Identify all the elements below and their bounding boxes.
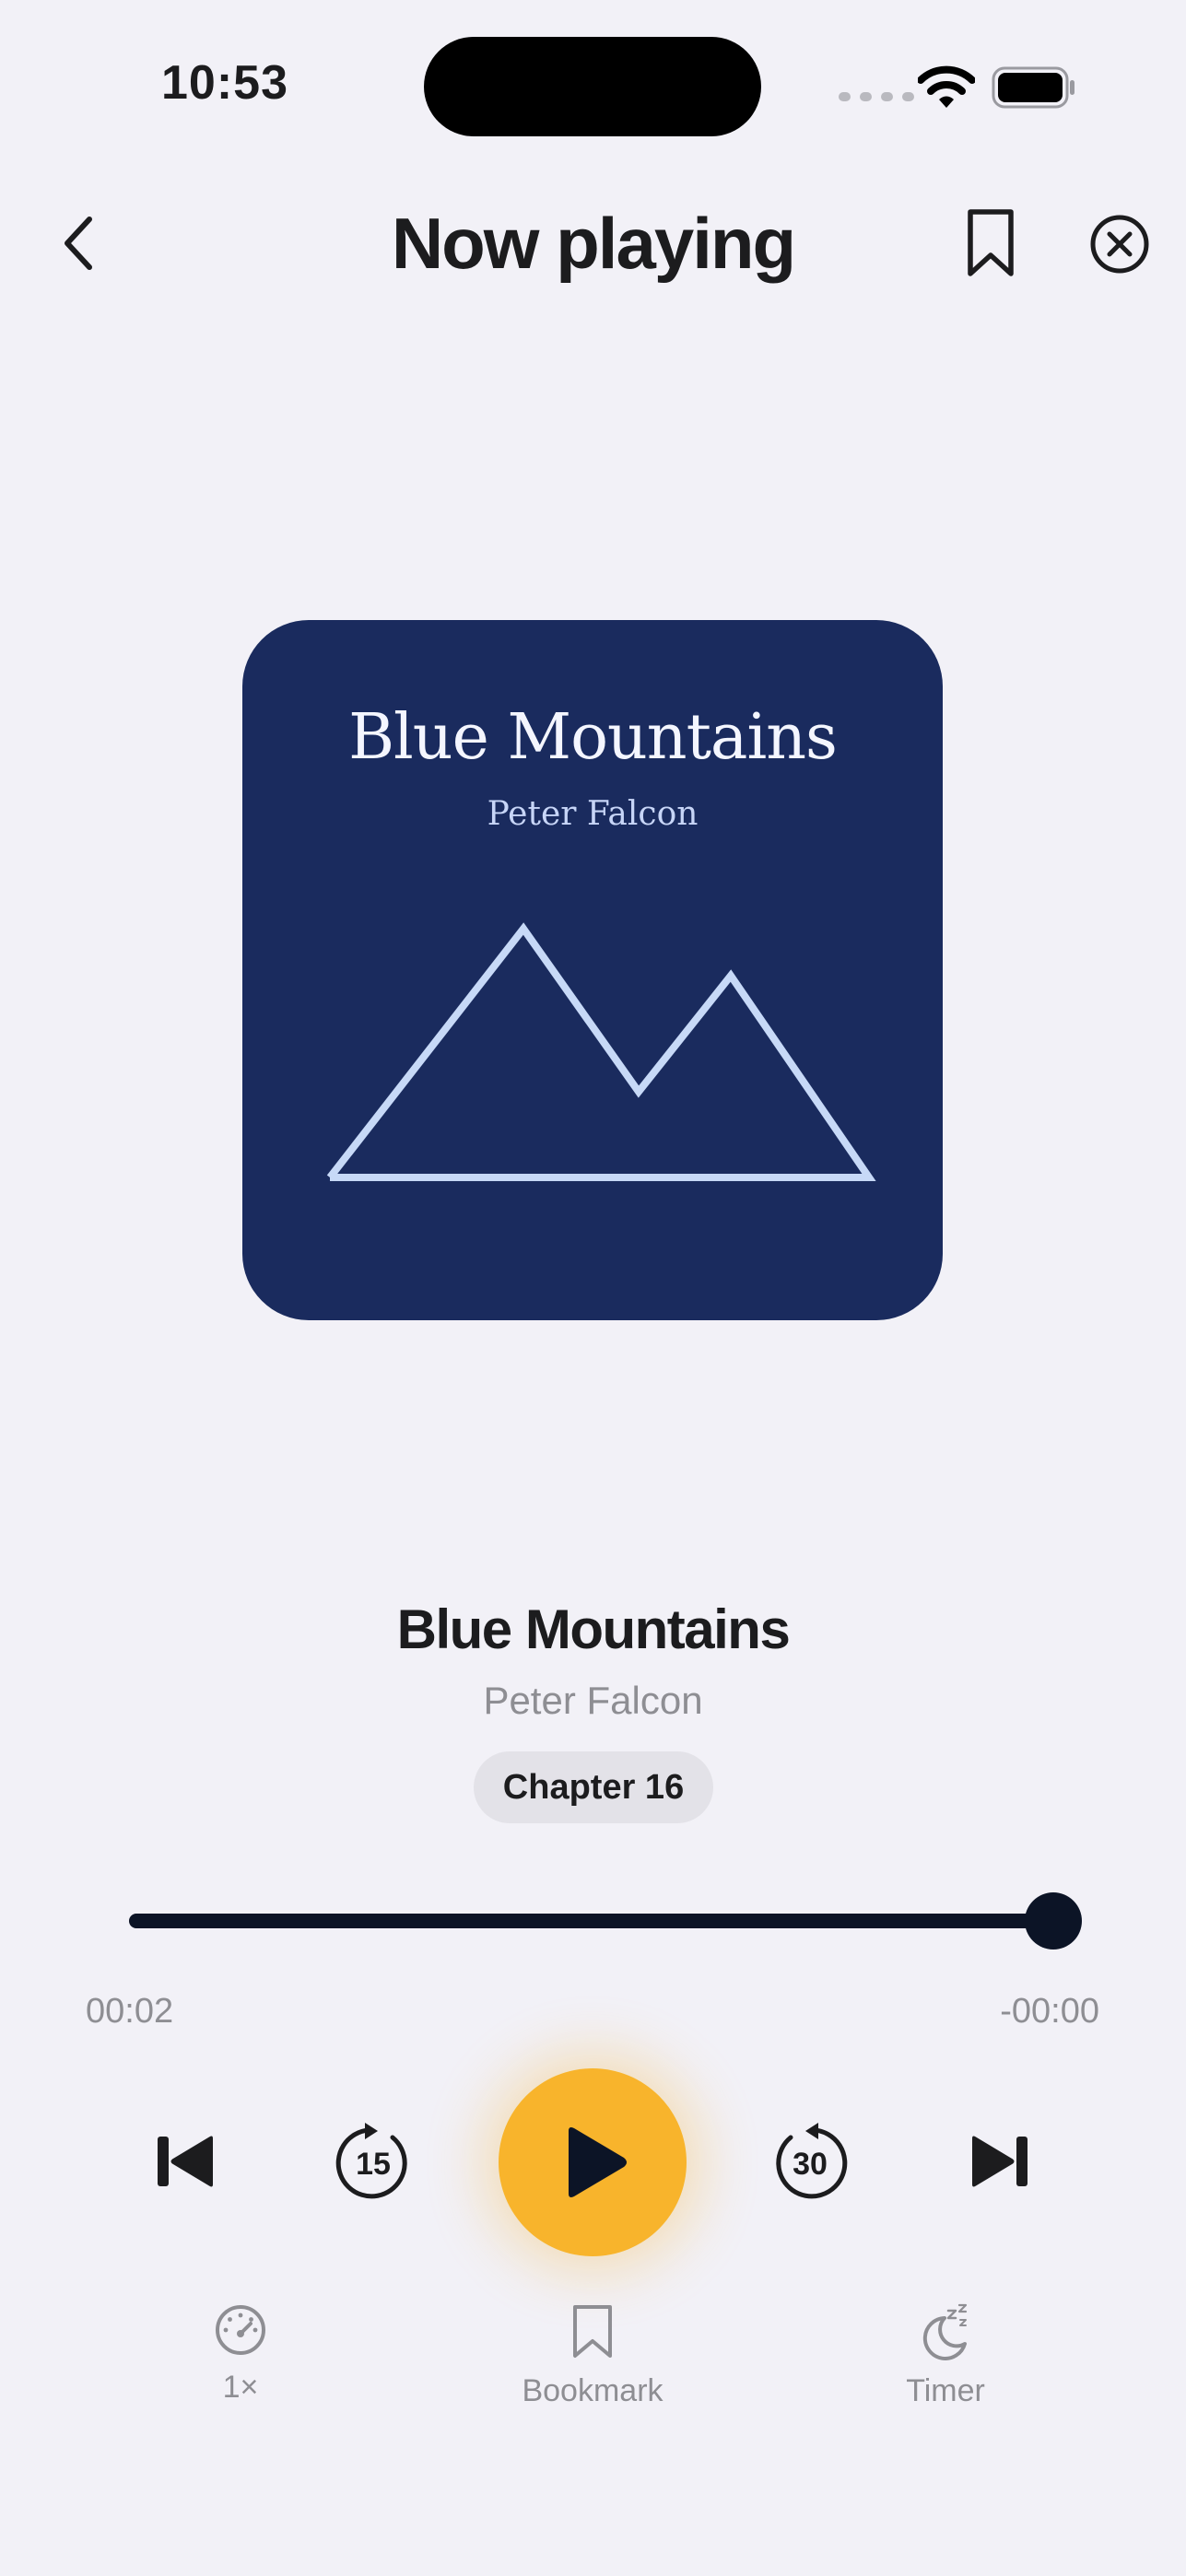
play-icon [569, 2127, 627, 2197]
previous-chapter-button[interactable] [151, 2126, 221, 2196]
forward-30-button[interactable]: 30 [769, 2119, 851, 2202]
close-circle-icon [1090, 215, 1149, 274]
skip-next-icon [972, 2136, 1027, 2187]
chapter-button[interactable]: Chapter 16 [474, 1751, 713, 1823]
forward-seconds-label: 30 [793, 2147, 828, 2182]
bookmark-icon [573, 2305, 612, 2358]
wifi-icon [918, 65, 975, 108]
book-author: Peter Falcon [483, 1679, 703, 1722]
cellular-signal-icon [839, 92, 914, 101]
speedometer-icon [216, 2305, 265, 2355]
bookmark-icon [968, 209, 1014, 276]
playback-speed-button[interactable]: 1× [130, 2303, 351, 2406]
rewind-15-icon: 15 [335, 2123, 407, 2199]
book-title: Blue Mountains [396, 1598, 791, 1660]
elapsed-time: 00:02 [86, 1992, 174, 2031]
skip-previous-icon [158, 2136, 213, 2187]
dynamic-island [424, 37, 761, 136]
progress-slider[interactable] [129, 1914, 1056, 1928]
moon-zzz-icon [922, 2303, 968, 2360]
mountain-illustration [326, 922, 876, 1181]
bookmark-label: Bookmark [522, 2373, 663, 2408]
close-button[interactable] [1089, 214, 1150, 275]
remaining-time: -00:00 [1000, 1992, 1099, 2031]
forward-30-icon: 30 [776, 2123, 848, 2199]
timer-label: Timer [906, 2373, 985, 2408]
progress-fill [129, 1914, 1053, 1928]
rewind-seconds-label: 15 [356, 2147, 391, 2182]
cover-art: Blue Mountains Peter Falcon [242, 620, 943, 1320]
status-time: 10:53 [161, 56, 288, 110]
speed-label: 1× [222, 2370, 259, 2405]
progress-thumb[interactable] [1024, 1892, 1082, 1950]
sleep-timer-button[interactable]: Timer [835, 2303, 1056, 2409]
rewind-15-button[interactable]: 15 [332, 2119, 415, 2202]
battery-icon [992, 66, 1074, 109]
play-button[interactable] [499, 2068, 687, 2256]
next-chapter-button[interactable] [964, 2126, 1034, 2196]
header-bookmark-button[interactable] [962, 207, 1019, 279]
add-bookmark-button[interactable]: Bookmark [482, 2303, 703, 2409]
